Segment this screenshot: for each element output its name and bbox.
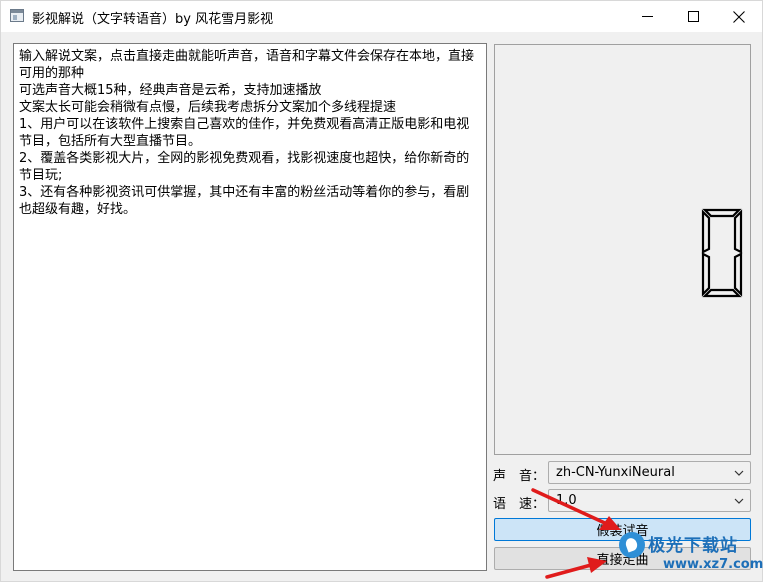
chevron-down-icon [734, 470, 744, 476]
title-bar[interactable]: 影视解说（文字转语音）by 风花雪月影视 [1, 1, 762, 32]
maximize-button[interactable] [670, 1, 716, 32]
speed-select[interactable]: 1.0 [548, 489, 751, 512]
speed-select-value: 1.0 [556, 493, 577, 508]
watermark: 极光下载站 www.xz7.com [619, 529, 763, 579]
voice-select-value: zh-CN-YunxiNeural [556, 465, 675, 480]
app-window-icon [10, 9, 24, 22]
minimize-button[interactable] [624, 1, 670, 32]
watermark-brand: 极光下载站 [648, 536, 738, 556]
close-icon [733, 10, 745, 23]
lcd-display-panel: 0 [494, 44, 751, 455]
script-text-area[interactable]: 输入解说文案，点击直接走曲就能听声音，语音和字幕文件会保存在本地，直接可用的那种… [13, 43, 487, 571]
voice-label: 声 音： [493, 469, 546, 484]
speed-label: 语 速： [493, 497, 546, 512]
app-window: 影视解说（文字转语音）by 风花雪月影视 输入解说文案，点击直接走曲就能听声音，… [0, 0, 763, 582]
watermark-url: www.xz7.com [663, 557, 763, 572]
close-button[interactable] [716, 1, 762, 32]
window-title: 影视解说（文字转语音）by 风花雪月影视 [32, 12, 274, 27]
lcd-digit: 0 [699, 208, 743, 298]
lcd-digit-value: 0 [699, 208, 700, 209]
maximize-icon [687, 11, 699, 22]
chevron-down-icon [734, 498, 744, 504]
voice-select[interactable]: zh-CN-YunxiNeural [548, 461, 751, 484]
watermark-logo-icon [619, 532, 645, 558]
minimize-icon [641, 16, 653, 17]
